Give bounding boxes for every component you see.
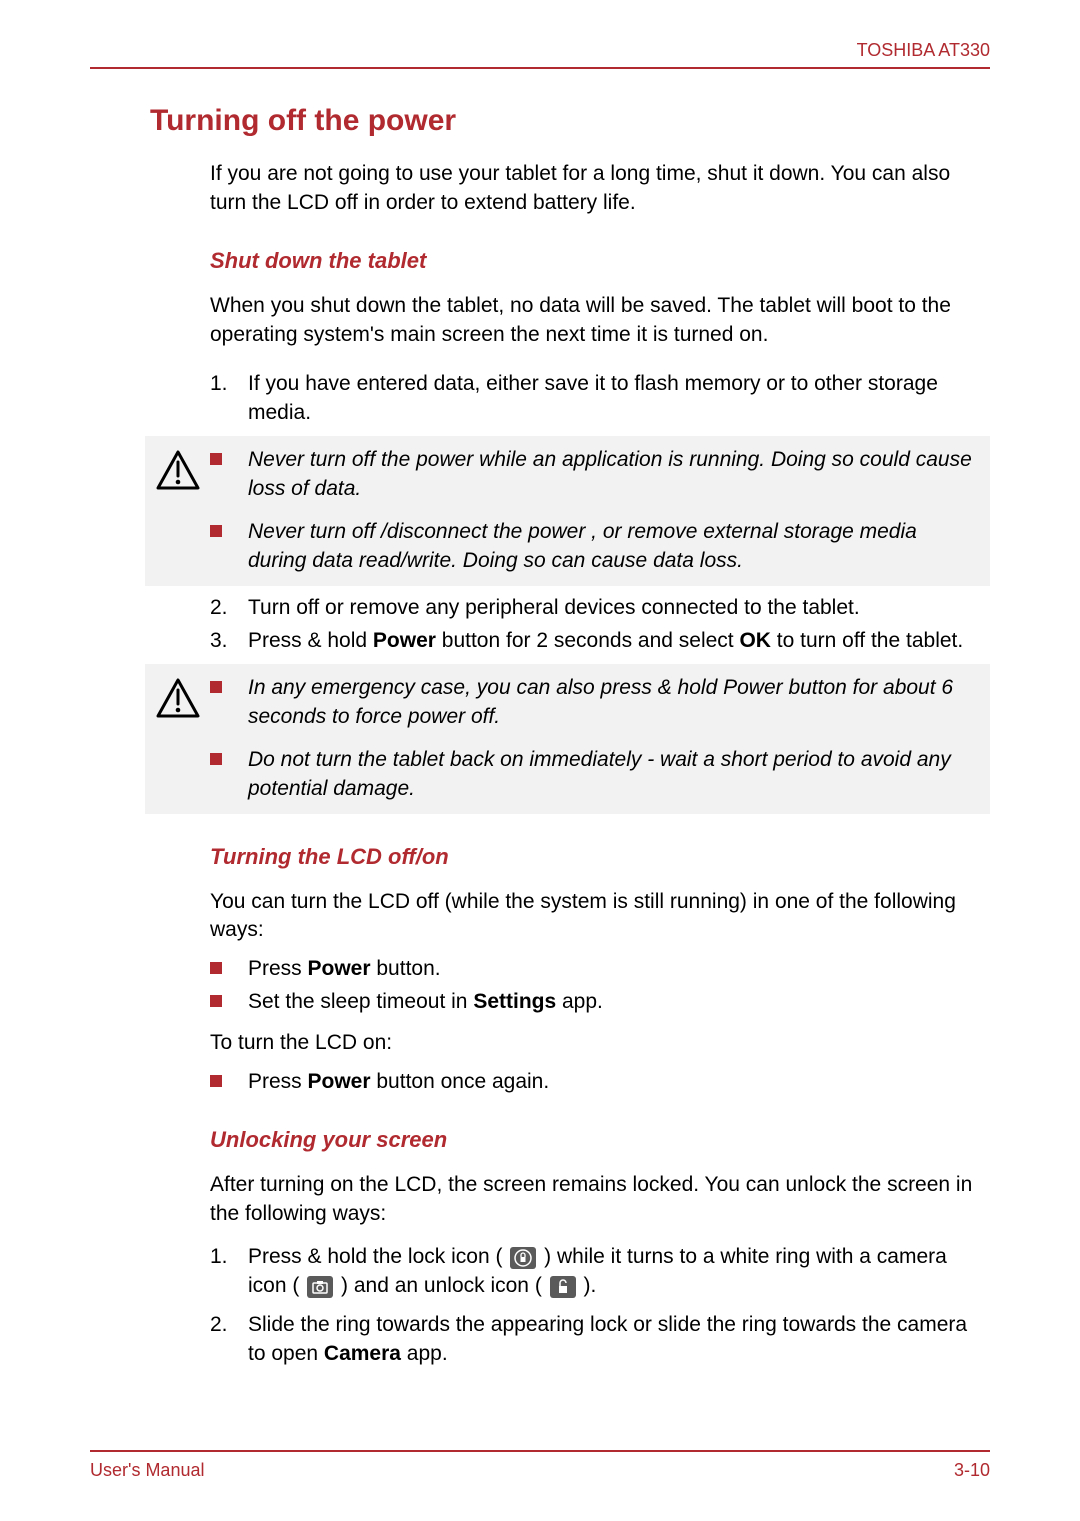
lcd-off-list: Press Power button. Set the sleep timeou… <box>210 955 990 1017</box>
shutdown-step-2-3: 2. Turn off or remove any peripheral dev… <box>210 594 990 656</box>
camera-icon <box>307 1276 333 1298</box>
bullet-icon <box>210 995 222 1007</box>
shutdown-heading: Shut down the tablet <box>210 248 990 274</box>
caution-text: Do not turn the tablet back on immediate… <box>248 746 980 804</box>
footer-page-number: 3-10 <box>954 1460 990 1481</box>
lcd-intro: You can turn the LCD off (while the syst… <box>210 888 990 946</box>
step-number: 2. <box>210 594 248 623</box>
step-text: Press & hold Power button for 2 seconds … <box>248 627 990 656</box>
step-text: Turn off or remove any peripheral device… <box>248 594 990 623</box>
product-name: TOSHIBA AT330 <box>857 40 990 60</box>
step-number: 1. <box>210 1243 248 1272</box>
caution-block-1: Never turn off the power while an applic… <box>145 436 990 586</box>
bullet-text: Press Power button. <box>248 955 990 984</box>
footer-left: User's Manual <box>90 1460 204 1481</box>
manual-page: TOSHIBA AT330 Turning off the power If y… <box>0 0 1080 1521</box>
warning-icon <box>156 678 200 723</box>
unlock-heading: Unlocking your screen <box>210 1127 990 1153</box>
bullet-icon <box>210 681 222 693</box>
bullet-icon <box>210 1075 222 1087</box>
bullet-icon <box>210 453 222 465</box>
lcd-on-list: Press Power button once again. <box>210 1068 990 1097</box>
page-header: TOSHIBA AT330 <box>90 40 990 69</box>
step-text: If you have entered data, either save it… <box>248 370 990 428</box>
bullet-text: Press Power button once again. <box>248 1068 990 1097</box>
caution-text: Never turn off the power while an applic… <box>248 446 980 504</box>
step-number: 1. <box>210 370 248 399</box>
caution-text: Never turn off /disconnect the power , o… <box>248 518 980 576</box>
step-number: 3. <box>210 627 248 656</box>
bullet-icon <box>210 525 222 537</box>
step-text: Press & hold the lock icon ( ) while it … <box>248 1243 990 1301</box>
lcd-heading: Turning the LCD off/on <box>210 844 990 870</box>
unlock-icon <box>550 1276 576 1298</box>
bullet-icon <box>210 962 222 974</box>
shutdown-step-1: 1. If you have entered data, either save… <box>210 370 990 428</box>
bullet-text: Set the sleep timeout in Settings app. <box>248 988 990 1017</box>
caution-block-2: In any emergency case, you can also pres… <box>145 664 990 814</box>
lcd-on-label: To turn the LCD on: <box>210 1029 990 1058</box>
lock-icon <box>510 1247 536 1269</box>
shutdown-intro: When you shut down the tablet, no data w… <box>210 292 990 350</box>
unlock-intro: After turning on the LCD, the screen rem… <box>210 1171 990 1229</box>
caution-text: In any emergency case, you can also pres… <box>248 674 980 732</box>
warning-icon <box>156 450 200 495</box>
section-intro: If you are not going to use your tablet … <box>210 160 990 218</box>
unlock-steps: 1. Press & hold the lock icon ( ) while … <box>210 1243 990 1369</box>
page-footer: User's Manual 3-10 <box>90 1450 990 1481</box>
step-number: 2. <box>210 1311 248 1340</box>
section-title: Turning off the power <box>150 104 990 138</box>
step-text: Slide the ring towards the appearing loc… <box>248 1311 990 1369</box>
bullet-icon <box>210 753 222 765</box>
